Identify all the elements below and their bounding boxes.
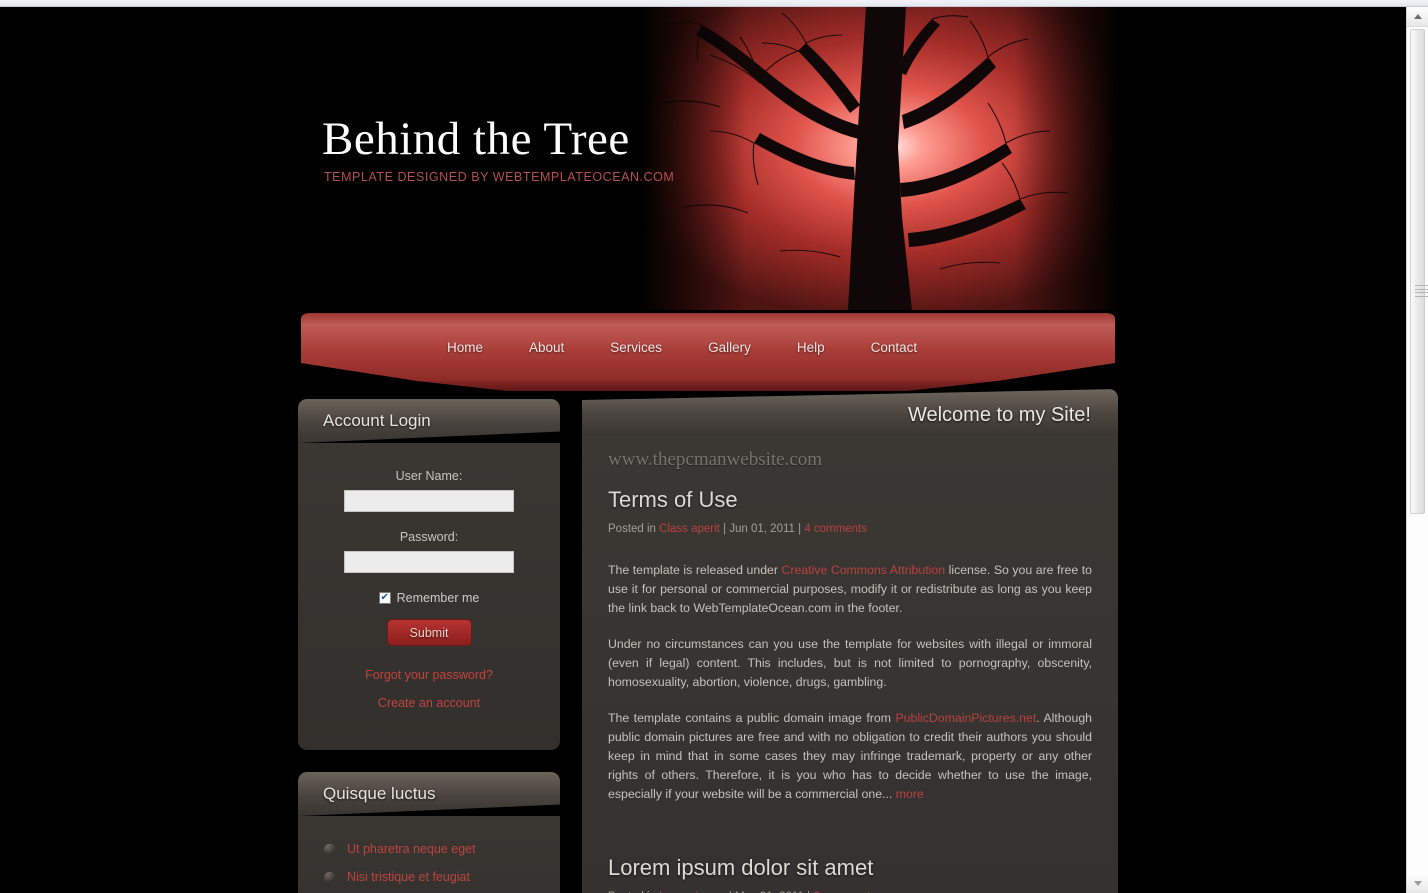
public-domain-pictures-link[interactable]: PublicDomainPictures.net	[895, 711, 1036, 725]
sidebar: Account Login User Name: Password: ✔ Rem…	[298, 399, 560, 893]
nav-item-services[interactable]: Services	[610, 340, 662, 355]
read-more-link[interactable]: more	[896, 787, 924, 801]
nav-links-list[interactable]: Home About Services Gallery Help Contact	[297, 333, 1119, 361]
post-paragraph-3: The template contains a public domain im…	[608, 709, 1092, 804]
list-item[interactable]: Nisi tristique et feugiat	[320, 870, 538, 884]
account-login-heading: Account Login	[298, 399, 560, 443]
post-comments-link[interactable]: 4 comments	[804, 523, 867, 535]
account-login-form: User Name: Password: ✔ Remember me Submi…	[298, 443, 560, 750]
account-login-title: Account Login	[323, 411, 431, 430]
post-meta-prefix: Posted in	[608, 523, 660, 535]
nav-item-contact[interactable]: Contact	[871, 340, 918, 355]
username-label: User Name:	[395, 469, 463, 483]
browser-top-strip	[0, 0, 1428, 7]
scrollbar-grip-icon	[1415, 285, 1428, 297]
remember-me-checkbox[interactable]: ✔	[378, 592, 391, 604]
triangle-up-icon	[1413, 14, 1422, 19]
create-account-link[interactable]: Create an account	[320, 696, 538, 710]
post-paragraph-1: The template is released under Creative …	[608, 561, 1092, 618]
content-body: www.thepcmanwebsite.com Terms of Use Pos…	[582, 435, 1118, 893]
post-lorem-ipsum: Lorem ipsum dolor sit amet Posted in Lor…	[608, 855, 1092, 893]
main-content: Welcome to my Site! www.thepcmanwebsite.…	[582, 389, 1118, 893]
account-login-widget: Account Login User Name: Password: ✔ Rem…	[298, 399, 560, 750]
post-date: Jun 01, 2011	[729, 523, 795, 535]
post-meta-sep2: |	[794, 523, 805, 535]
post-terms-of-use: Terms of Use Posted in Class aperit | Ju…	[608, 487, 1092, 804]
submit-button[interactable]: Submit	[386, 619, 472, 646]
main-navigation[interactable]: Home About Services Gallery Help Contact	[297, 313, 1119, 391]
nav-item-about[interactable]: About	[529, 340, 564, 355]
password-label: Password:	[399, 530, 459, 544]
nav-item-gallery[interactable]: Gallery	[708, 340, 751, 355]
nav-item-home[interactable]: Home	[447, 340, 483, 355]
site-title: Behind the Tree	[322, 113, 630, 165]
quisque-luctus-widget: Quisque luctus Ut pharetra neque eget Ni…	[298, 772, 560, 893]
password-input[interactable]	[344, 551, 514, 573]
username-input[interactable]	[344, 490, 514, 512]
scrollbar-thumb[interactable]	[1410, 29, 1428, 514]
post-title: Terms of Use	[608, 487, 738, 512]
remember-me-label[interactable]: Remember me	[397, 591, 480, 605]
web-page: Behind the Tree TEMPLATE DESIGNED BY WEB…	[0, 7, 1406, 893]
creative-commons-link[interactable]: Creative Commons Attribution	[782, 563, 946, 577]
nav-item-help[interactable]: Help	[797, 340, 825, 355]
site-header: Behind the Tree TEMPLATE DESIGNED BY WEB…	[0, 7, 1406, 310]
post-meta: Posted in Class aperit | Jun 01, 2011 | …	[608, 523, 1092, 535]
post-category-link[interactable]: Class aperit	[659, 523, 720, 535]
p3-before: The template contains a public domain im…	[608, 711, 896, 725]
luctus-link-1[interactable]: Ut pharetra neque eget	[347, 842, 476, 856]
quisque-luctus-title: Quisque luctus	[323, 784, 436, 803]
triangle-down-icon	[1413, 880, 1422, 886]
post-meta-sep1: |	[719, 523, 730, 535]
vertical-scrollbar[interactable]	[1406, 7, 1428, 893]
scroll-up-button[interactable]	[1407, 7, 1428, 27]
hero-tree-image	[640, 7, 1120, 310]
p1-before: The template is released under	[608, 563, 782, 577]
forgot-password-link[interactable]: Forgot your password?	[320, 668, 538, 682]
quisque-luctus-body: Ut pharetra neque eget Nisi tristique et…	[298, 816, 560, 893]
post-paragraph-2: Under no circumstances can you use the t…	[608, 635, 1092, 692]
checkmark-icon: ✔	[380, 592, 389, 603]
remember-me-row[interactable]: ✔ Remember me	[320, 591, 538, 605]
scroll-down-button[interactable]	[1407, 873, 1428, 893]
quisque-luctus-heading: Quisque luctus	[298, 772, 560, 816]
site-watermark: www.thepcmanwebsite.com	[608, 449, 823, 470]
post-separator	[608, 821, 1092, 855]
site-tagline: TEMPLATE DESIGNED BY WEBTEMPLATEOCEAN.CO…	[324, 170, 675, 184]
welcome-heading: Welcome to my Site!	[907, 403, 1091, 426]
post-title: Lorem ipsum dolor sit amet	[608, 855, 874, 880]
p2-text: Under no circumstances can you use the t…	[608, 637, 1092, 689]
luctus-link-2[interactable]: Nisi tristique et feugiat	[347, 870, 470, 884]
bullet-icon	[324, 843, 335, 855]
luctus-list: Ut pharetra neque eget Nisi tristique et…	[320, 842, 538, 893]
list-item[interactable]: Ut pharetra neque eget	[320, 842, 538, 856]
bullet-icon	[324, 871, 335, 883]
content-heading-bar: Welcome to my Site!	[582, 389, 1118, 435]
